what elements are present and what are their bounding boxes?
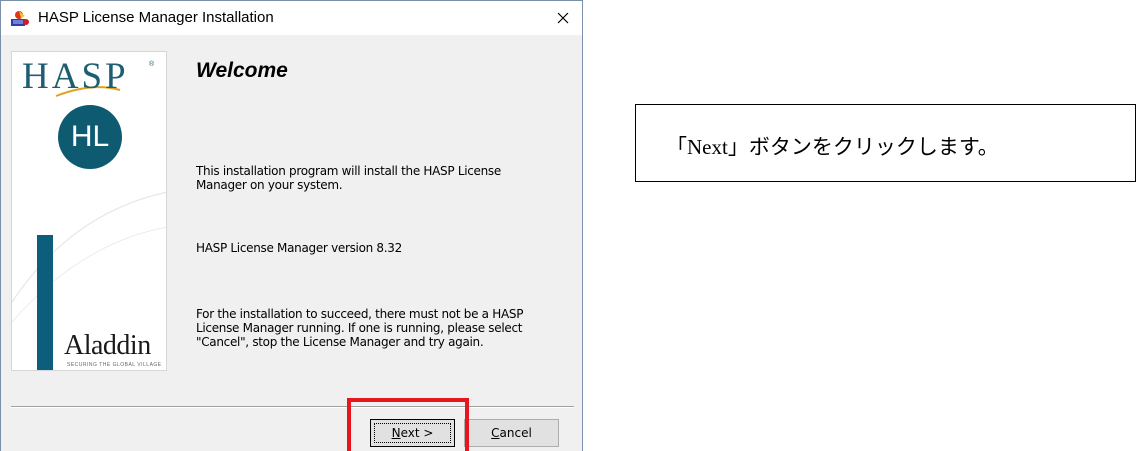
aladdin-logo: Aladdin (64, 330, 151, 361)
intro-text: This installation program will install t… (196, 164, 501, 192)
welcome-heading: Welcome (196, 59, 288, 82)
window-title: HASP License Manager Installation (38, 9, 274, 26)
close-icon (557, 12, 569, 24)
hasp-logo: HASP (22, 56, 129, 97)
next-button-highlight (347, 398, 469, 451)
version-text: HASP License Manager version 8.32 (196, 241, 402, 255)
instruction-callout: 「Next」ボタンをクリックします。 (635, 104, 1136, 182)
installer-window: HASP License Manager Installation HASP ®… (0, 0, 583, 451)
callout-text: 「Next」ボタンをクリックします。 (666, 135, 999, 159)
warning-text: For the installation to succeed, there m… (196, 307, 524, 349)
cancel-button[interactable]: Cancel (464, 419, 559, 447)
button-separator (11, 406, 574, 408)
close-button[interactable] (550, 5, 576, 31)
registered-mark: ® (149, 61, 155, 68)
cancel-button-label: Cancel (491, 426, 532, 440)
accent-bar (37, 235, 53, 370)
title-bar: HASP License Manager Installation (1, 1, 582, 35)
banner-swoosh (12, 86, 166, 323)
side-banner: HASP ® HL Aladdin SECURING THE GLOBAL VI… (11, 51, 167, 371)
hl-badge: HL (58, 105, 122, 169)
installer-icon (10, 10, 30, 27)
aladdin-tagline: SECURING THE GLOBAL VILLAGE (67, 362, 162, 368)
